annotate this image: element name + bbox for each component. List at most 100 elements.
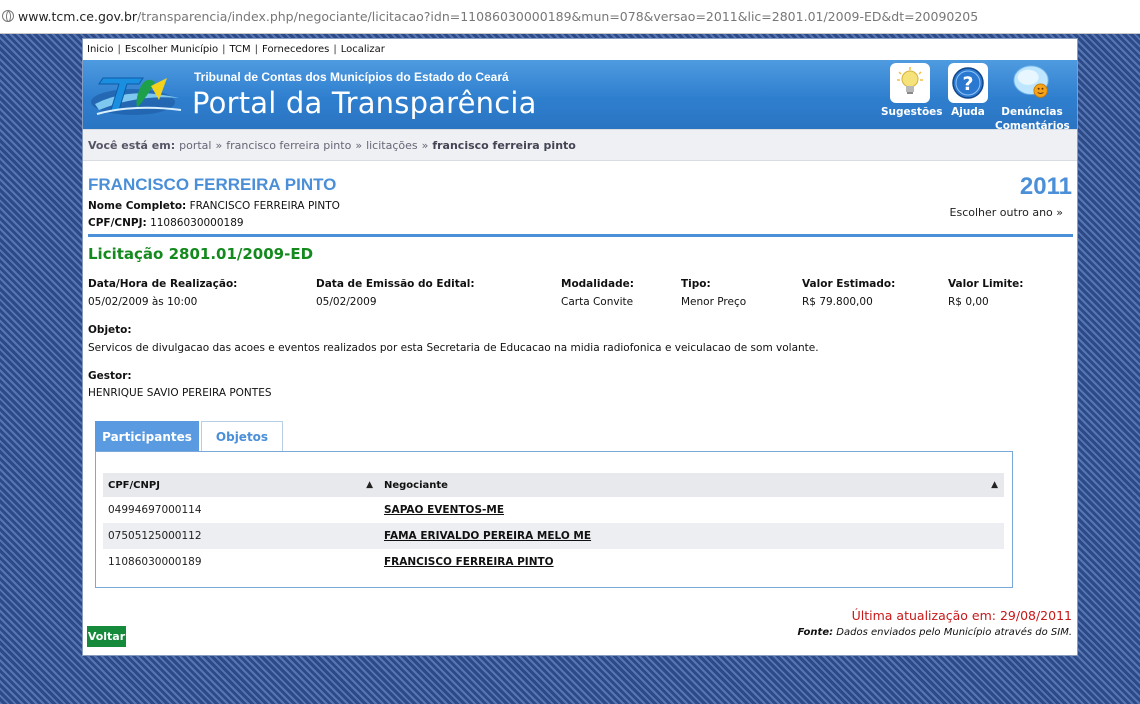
top-navigation: Inicio | Escolher Município | TCM | Forn… xyxy=(83,39,1077,60)
field-value: 05/02/2009 às 10:00 xyxy=(88,296,198,308)
source-text: Dados enviados pelo Município através do… xyxy=(836,627,1072,638)
cell-negociante: SAPAO EVENTOS-ME xyxy=(379,497,1004,523)
cell-negociante: FAMA ERIVALDO PEREIRA MELO ME xyxy=(379,523,1004,549)
table-row: 11086030000189 FRANCISCO FERREIRA PINTO xyxy=(103,549,1004,575)
cell-cpf: 04994697000114 xyxy=(108,504,202,516)
breadcrumb-arrow: » xyxy=(421,138,429,152)
breadcrumb: Você está em: portal » francisco ferreir… xyxy=(83,129,1077,161)
address-bar[interactable]: www.tcm.ce.gov.br/transparencia/index.ph… xyxy=(0,0,1140,34)
negociante-link[interactable]: FRANCISCO FERREIRA PINTO xyxy=(384,556,554,568)
field-label: Tipo: xyxy=(681,278,711,290)
cell-cpf: 07505125000112 xyxy=(103,523,379,549)
field-label: Data de Emissão do Edital: xyxy=(316,278,475,290)
tab-objetos[interactable]: Objetos xyxy=(201,421,283,451)
cell-cpf: 11086030000189 xyxy=(108,556,202,568)
field-label: Data/Hora de Realização: xyxy=(88,278,238,290)
table-header-row: CPF/CNPJ ▲︎ Negociante ▲︎ xyxy=(103,473,1004,497)
field-label: Modalidade: xyxy=(561,278,634,290)
full-name-label: Nome Completo: xyxy=(88,200,187,212)
help-icon: ? xyxy=(948,63,988,103)
field-modalidade: Modalidade: Carta Convite xyxy=(561,278,634,308)
ajuda-button[interactable]: ? Ajuda xyxy=(943,63,993,119)
field-value: Carta Convite xyxy=(561,296,634,308)
nav-separator: | xyxy=(254,44,259,55)
field-label: Valor Estimado: xyxy=(802,278,896,290)
denuncias-label: Denúncias xyxy=(1001,106,1063,118)
doc-line: CPF/CNPJ: 11086030000189 xyxy=(88,217,244,229)
sugestoes-button[interactable]: Sugestões xyxy=(881,63,943,119)
selected-year: 2011 xyxy=(1019,173,1072,200)
nav-inicio[interactable]: Inicio xyxy=(87,44,117,55)
doc-label: CPF/CNPJ: xyxy=(88,217,147,229)
column-header-label: Negociante xyxy=(384,479,448,491)
field-data-emissao: Data de Emissão do Edital: 05/02/2009 xyxy=(316,278,475,308)
sort-icon[interactable]: ▲︎ xyxy=(366,480,373,490)
field-value: R$ 0,00 xyxy=(948,296,989,308)
data-source: Fonte: Dados enviados pelo Município atr… xyxy=(798,627,1073,638)
column-header-label: CPF/CNPJ xyxy=(108,479,160,491)
banner-title: Portal da Transparência xyxy=(192,86,537,120)
licitacao-title: Licitação 2801.01/2009-ED xyxy=(88,245,314,263)
participantes-panel: CPF/CNPJ ▲︎ Negociante ▲︎ 04994697000114… xyxy=(95,451,1013,588)
nav-separator: | xyxy=(222,44,226,55)
title-divider xyxy=(88,234,1073,237)
nav-separator: | xyxy=(117,44,121,55)
sort-icon[interactable]: ▲︎ xyxy=(991,480,998,490)
nav-separator: | xyxy=(333,44,337,55)
breadcrumb-current: francisco ferreira pinto xyxy=(432,138,576,152)
breadcrumb-portal[interactable]: portal xyxy=(179,139,211,152)
cell-negociante: FRANCISCO FERREIRA PINTO xyxy=(379,549,1004,575)
last-update: Última atualização em: 29/08/2011 xyxy=(851,608,1072,623)
globe-icon xyxy=(2,9,14,22)
field-label: Valor Limite: xyxy=(948,278,1024,290)
negociante-link[interactable]: FAMA ERIVALDO PEREIRA MELO ME xyxy=(384,530,591,542)
doc-value: 11086030000189 xyxy=(150,217,244,229)
tab-participantes[interactable]: Participantes xyxy=(95,421,199,451)
ajuda-label: Ajuda xyxy=(951,106,985,118)
gestor-label: Gestor: xyxy=(88,370,132,382)
main-content: FRANCISCO FERREIRA PINTO 2011 Escolher o… xyxy=(83,161,1077,655)
sugestoes-label: Sugestões xyxy=(881,106,943,118)
gestor-text: HENRIQUE SAVIO PEREIRA PONTES xyxy=(88,387,272,399)
column-header-negociante[interactable]: Negociante ▲︎ xyxy=(379,473,1004,497)
field-valor-estimado: Valor Estimado: R$ 79.800,00 xyxy=(802,278,895,308)
breadcrumb-arrow: » xyxy=(215,138,223,152)
objeto-label: Objeto: xyxy=(88,324,132,336)
denuncias-button[interactable]: Denúncias Comentários xyxy=(995,63,1070,133)
full-name-value: FRANCISCO FERREIRA PINTO xyxy=(189,200,340,212)
participantes-table: CPF/CNPJ ▲︎ Negociante ▲︎ 04994697000114… xyxy=(103,473,1004,575)
lightbulb-icon xyxy=(890,63,930,103)
field-value: R$ 79.800,00 xyxy=(802,296,873,308)
nav-escolher-municipio[interactable]: Escolher Município xyxy=(125,44,222,55)
field-value: 05/02/2009 xyxy=(316,296,377,308)
header-banner: Tribunal de Contas dos Municípios do Est… xyxy=(83,60,1077,132)
nav-localizar[interactable]: Localizar xyxy=(341,44,389,55)
svg-text:?: ? xyxy=(962,73,973,95)
breadcrumb-arrow: » xyxy=(355,138,363,152)
tcm-logo[interactable] xyxy=(89,64,185,124)
choose-other-year-link[interactable]: Escolher outro ano » xyxy=(950,206,1063,219)
breadcrumb-prefix: Você está em: xyxy=(88,138,176,152)
chat-icon xyxy=(1012,63,1052,103)
nav-fornecedores[interactable]: Fornecedores xyxy=(262,44,333,55)
column-header-cpf[interactable]: CPF/CNPJ ▲︎ xyxy=(103,473,379,497)
url-host: www.tcm.ce.gov.br xyxy=(18,9,138,24)
page-container: Inicio | Escolher Município | TCM | Forn… xyxy=(82,38,1078,656)
table-row: 04994697000114 SAPAO EVENTOS-ME xyxy=(103,497,1004,523)
table-row: 07505125000112 FAMA ERIVALDO PEREIRA MEL… xyxy=(103,523,1004,549)
negociante-link[interactable]: SAPAO EVENTOS-ME xyxy=(384,504,504,516)
banner-subtitle: Tribunal de Contas dos Municípios do Est… xyxy=(194,70,509,84)
breadcrumb-negociante[interactable]: francisco ferreira pinto xyxy=(226,139,351,152)
field-valor-limite: Valor Limite: R$ 0,00 xyxy=(948,278,1023,308)
field-tipo: Tipo: Menor Preço xyxy=(681,278,746,308)
objeto-text: Servicos de divulgacao das acoes e event… xyxy=(88,342,819,354)
field-value: Menor Preço xyxy=(681,296,747,308)
field-data-realizacao: Data/Hora de Realização: 05/02/2009 às 1… xyxy=(88,278,237,308)
source-label: Fonte: xyxy=(797,627,834,638)
full-name-line: Nome Completo: FRANCISCO FERREIRA PINTO xyxy=(88,200,340,212)
breadcrumb-licitacoes[interactable]: licitações xyxy=(366,139,418,152)
url-path: /transparencia/index.php/negociante/lici… xyxy=(137,9,979,24)
back-button[interactable]: Voltar xyxy=(87,626,126,647)
negociante-title: FRANCISCO FERREIRA PINTO xyxy=(88,175,337,194)
nav-tcm[interactable]: TCM xyxy=(230,44,255,55)
